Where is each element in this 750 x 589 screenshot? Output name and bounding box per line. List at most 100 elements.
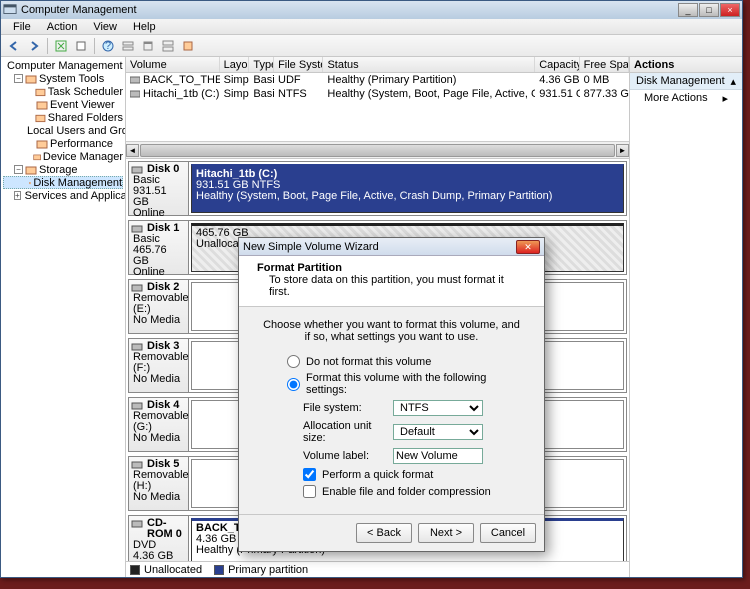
actions-pane: Actions Disk Management ▴ More Actions ▸	[630, 57, 742, 577]
toolbar-button[interactable]	[119, 37, 137, 55]
scroll-left-button[interactable]: ◄	[126, 144, 139, 157]
file-system-select[interactable]: NTFS	[393, 400, 483, 416]
scroll-right-button[interactable]: ►	[616, 144, 629, 157]
forward-button[interactable]	[25, 37, 43, 55]
disk-meta[interactable]: Disk 1Basic465.76 GBOnline	[129, 221, 189, 274]
tree-node[interactable]: Event Viewer	[3, 98, 123, 111]
tree-node[interactable]: −System Tools	[3, 72, 123, 85]
toolbar-button[interactable]	[139, 37, 157, 55]
wizard-body: Choose whether you want to format this v…	[239, 307, 544, 514]
disk-icon	[131, 341, 143, 353]
tree-node[interactable]: Shared Folders	[3, 111, 123, 124]
radio-no-format[interactable]	[287, 355, 300, 368]
folder-icon	[33, 151, 41, 163]
toolbar-button[interactable]	[179, 37, 197, 55]
tree-node[interactable]: Performance	[3, 137, 123, 150]
tree-node[interactable]: −Storage	[3, 163, 123, 176]
primary-partition[interactable]: Hitachi_1tb (C:)931.51 GB NTFSHealthy (S…	[191, 164, 624, 213]
legend-swatch-primary	[214, 565, 224, 575]
folder-icon	[25, 73, 37, 85]
tree-node[interactable]: Disk Management	[3, 176, 123, 189]
folder-icon	[35, 112, 46, 124]
folder-icon	[36, 99, 48, 111]
horizontal-scrollbar[interactable]: ◄ ►	[126, 141, 629, 158]
compression-checkbox[interactable]	[303, 485, 316, 498]
disk-meta[interactable]: Disk 0Basic931.51 GBOnline	[129, 162, 189, 215]
folder-icon	[29, 177, 32, 189]
folder-icon	[36, 138, 48, 150]
volume-row[interactable]: Hitachi_1tb (C:)SimpleBasicNTFSHealthy (…	[126, 87, 629, 101]
help-button[interactable]: ?	[99, 37, 117, 55]
allocation-size-select[interactable]: Default	[393, 424, 483, 440]
column-header[interactable]: Type	[249, 57, 274, 72]
scroll-thumb[interactable]	[140, 144, 615, 157]
cancel-button[interactable]: Cancel	[480, 523, 536, 543]
menu-help[interactable]: Help	[125, 19, 164, 34]
volume-header[interactable]: VolumeLayoutTypeFile SystemStatusCapacit…	[126, 57, 629, 73]
disk-meta[interactable]: Disk 2Removable (E:)No Media	[129, 280, 189, 333]
tree-node[interactable]: Local Users and Groups	[3, 124, 123, 137]
tree-node[interactable]: Device Manager	[3, 150, 123, 163]
actions-header: Actions	[630, 57, 742, 73]
wizard-header: Format Partition To store data on this p…	[239, 256, 544, 307]
menubar: File Action View Help	[1, 19, 742, 35]
close-button[interactable]: ×	[720, 3, 740, 17]
volume-label-input[interactable]	[393, 448, 483, 464]
volume-row[interactable]: BACK_TO_THE_FUT (D:)SimpleBasicUDFHealth…	[126, 73, 629, 87]
refresh-button[interactable]	[52, 37, 70, 55]
titlebar-text: Computer Management	[21, 4, 677, 16]
disk-icon	[131, 518, 143, 530]
folder-icon	[35, 86, 46, 98]
wizard-close-button[interactable]: ✕	[516, 240, 540, 254]
disk-meta[interactable]: CD-ROM 0DVD4.36 GBOnline	[129, 516, 189, 561]
disk-icon	[131, 164, 143, 176]
legend: Unallocated Primary partition	[126, 561, 629, 577]
tree-toggle[interactable]: −	[14, 74, 23, 83]
app-icon	[3, 3, 17, 17]
actions-group[interactable]: Disk Management ▴	[630, 73, 742, 90]
disk-meta[interactable]: Disk 4Removable (G:)No Media	[129, 398, 189, 451]
volume-table: VolumeLayoutTypeFile SystemStatusCapacit…	[126, 57, 629, 159]
maximize-button[interactable]: □	[699, 3, 719, 17]
tree-toggle[interactable]: −	[14, 165, 23, 174]
column-header[interactable]: Layout	[220, 57, 250, 72]
wizard-dialog[interactable]: New Simple Volume Wizard ✕ Format Partit…	[238, 237, 545, 552]
quick-format-checkbox[interactable]	[303, 468, 316, 481]
column-header[interactable]: Status	[323, 57, 535, 72]
properties-button[interactable]	[72, 37, 90, 55]
menu-file[interactable]: File	[5, 19, 39, 34]
disk-block[interactable]: Disk 0Basic931.51 GBOnlineHitachi_1tb (C…	[128, 161, 627, 216]
wizard-titlebar[interactable]: New Simple Volume Wizard ✕	[239, 238, 544, 256]
next-button[interactable]: Next >	[418, 523, 474, 543]
more-actions-link[interactable]: More Actions ▸	[630, 90, 742, 107]
column-header[interactable]: Volume	[126, 57, 220, 72]
disk-icon	[131, 400, 143, 412]
minimize-button[interactable]: _	[678, 3, 698, 17]
back-button[interactable]: < Back	[356, 523, 412, 543]
nav-tree[interactable]: Computer Management (Local) −System Tool…	[1, 57, 125, 204]
volume-icon	[130, 75, 140, 85]
chevron-right-icon: ▸	[722, 92, 728, 105]
disk-meta[interactable]: Disk 5Removable (H:)No Media	[129, 457, 189, 510]
menu-view[interactable]: View	[85, 19, 125, 34]
column-header[interactable]: Capacity	[535, 57, 579, 72]
menu-action[interactable]: Action	[39, 19, 86, 34]
wizard-buttons: < Back Next > Cancel	[239, 514, 544, 551]
back-button[interactable]	[5, 37, 23, 55]
column-header[interactable]: Free Space	[580, 57, 629, 72]
tree-root[interactable]: Computer Management (Local)	[3, 59, 123, 72]
legend-swatch-unallocated	[130, 565, 140, 575]
column-header[interactable]: File System	[274, 57, 323, 72]
collapse-icon: ▴	[730, 75, 736, 88]
disk-meta[interactable]: Disk 3Removable (F:)No Media	[129, 339, 189, 392]
radio-format[interactable]	[287, 378, 300, 391]
titlebar[interactable]: Computer Management _ □ ×	[1, 1, 742, 19]
volume-icon	[130, 89, 140, 99]
tree-toggle[interactable]: +	[14, 191, 21, 200]
svg-text:?: ?	[105, 40, 111, 52]
toolbar: ?	[1, 35, 742, 57]
tree-node[interactable]: +Services and Applications	[3, 189, 123, 202]
toolbar-button[interactable]	[159, 37, 177, 55]
tree-node[interactable]: Task Scheduler	[3, 85, 123, 98]
tree-pane: Computer Management (Local) −System Tool…	[1, 57, 126, 577]
